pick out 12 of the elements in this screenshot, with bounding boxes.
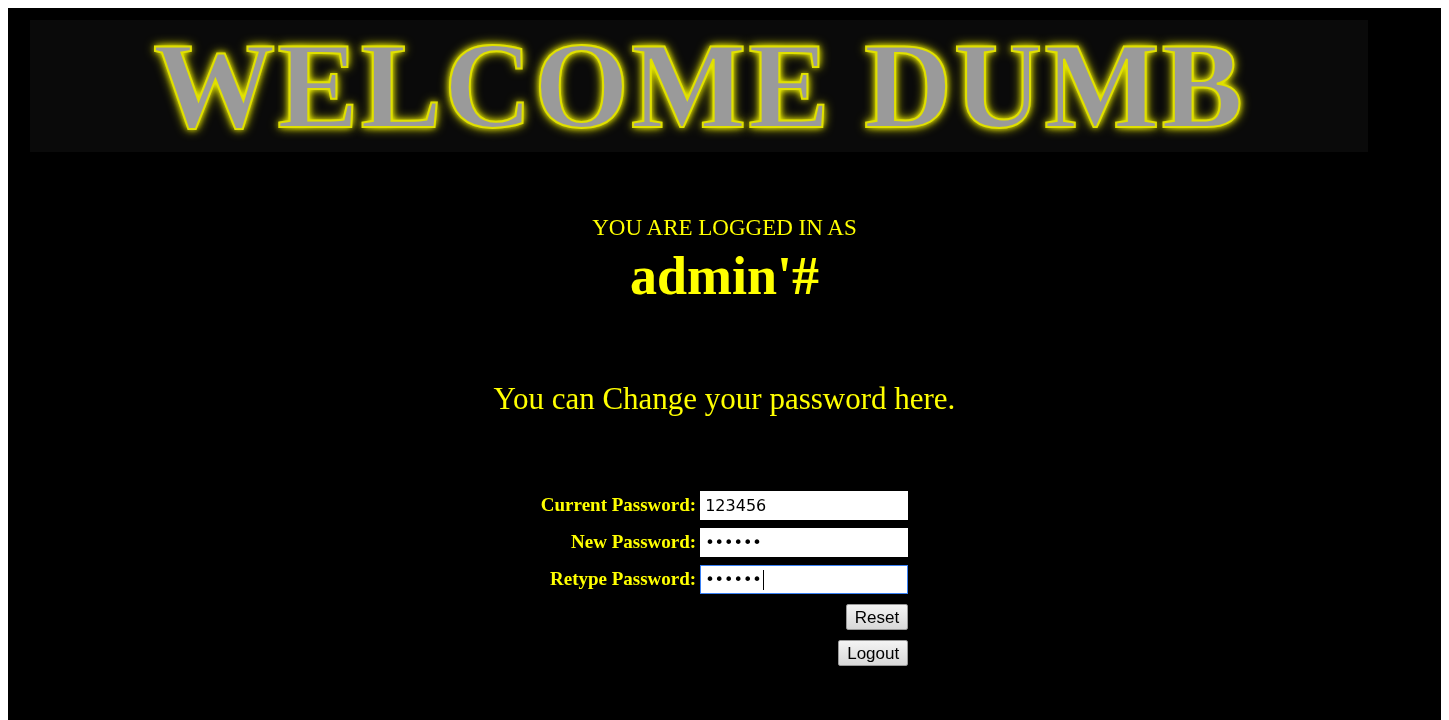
banner-title: WELCOME DUMB	[153, 25, 1245, 147]
password-field[interactable]: ••••••	[700, 528, 909, 557]
form-button[interactable]: Logout	[838, 640, 909, 666]
field-label: Current Password:	[540, 493, 697, 518]
form-button[interactable]: Reset	[845, 604, 909, 630]
logged-in-caption: YOU ARE LOGGED IN AS	[592, 214, 857, 242]
username: admin'#	[629, 244, 820, 308]
field-label: Retype Password:	[550, 567, 697, 592]
change-password-message: You can Change your password here.	[493, 380, 956, 419]
field-label: New Password:	[571, 530, 697, 555]
password-field[interactable]: ••••••	[700, 565, 909, 594]
password-field[interactable]: 123456	[700, 491, 909, 520]
